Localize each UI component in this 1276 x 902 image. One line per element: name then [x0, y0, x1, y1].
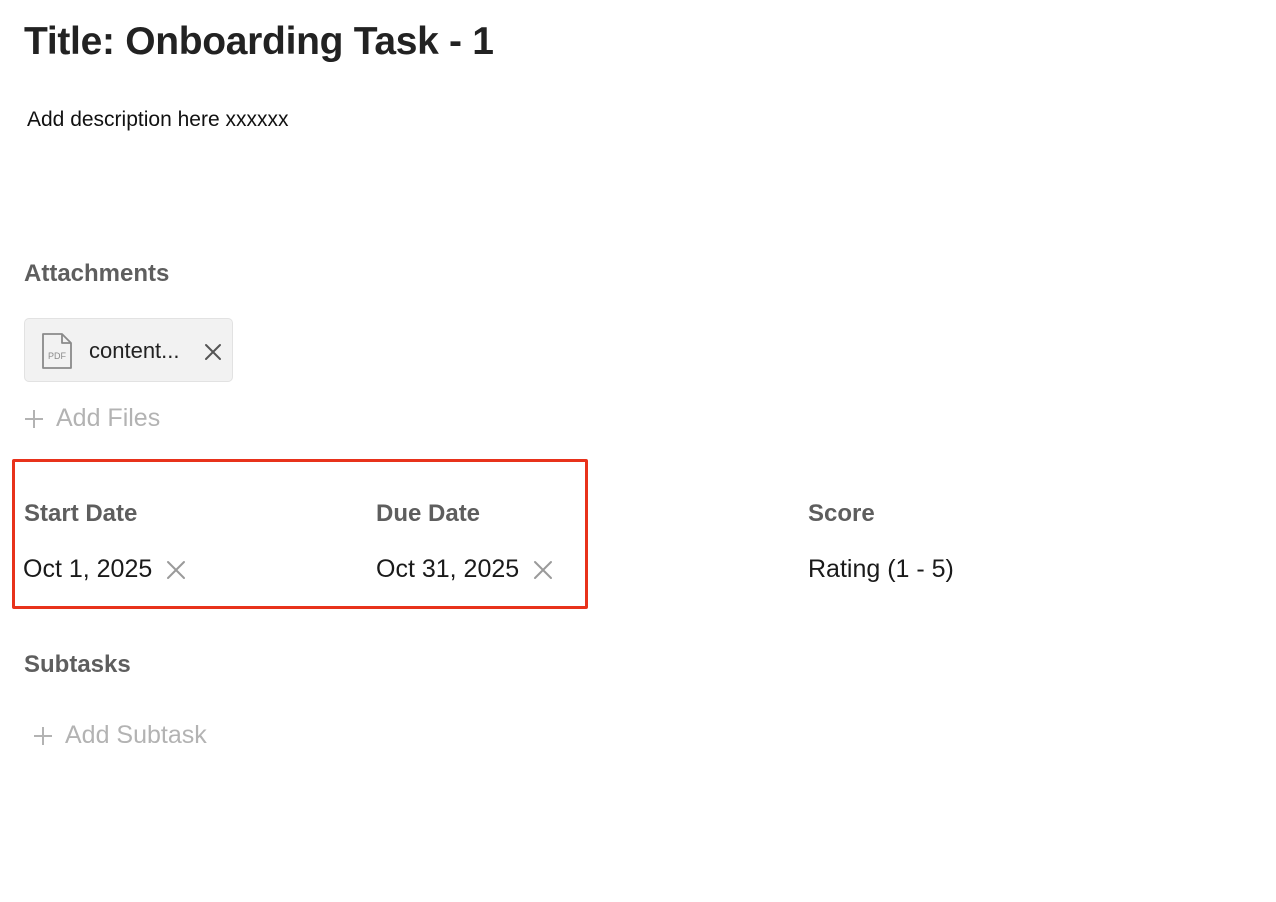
- score-value[interactable]: Rating (1 - 5): [808, 555, 954, 584]
- task-title[interactable]: Title: Onboarding Task - 1: [24, 20, 494, 64]
- task-description[interactable]: Add description here xxxxxx: [27, 108, 288, 132]
- start-date-field[interactable]: Oct 1, 2025: [23, 555, 186, 584]
- add-files-button[interactable]: Add Files: [24, 404, 160, 433]
- date-fields-highlight: [12, 459, 588, 609]
- clear-due-date-icon[interactable]: [533, 560, 553, 580]
- pdf-type-label: PDF: [48, 351, 67, 361]
- pdf-file-icon: PDF: [42, 333, 72, 369]
- add-files-label: Add Files: [56, 404, 161, 432]
- remove-attachment-icon[interactable]: [203, 342, 223, 362]
- task-detail-page: Title: Onboarding Task - 1 Add descripti…: [0, 0, 1276, 902]
- add-subtask-button[interactable]: Add Subtask: [33, 721, 207, 750]
- attachments-heading: Attachments: [24, 260, 170, 287]
- score-field[interactable]: Rating (1 - 5): [808, 555, 954, 584]
- clear-start-date-icon[interactable]: [166, 560, 186, 580]
- subtasks-heading: Subtasks: [24, 651, 131, 678]
- due-date-value[interactable]: Oct 31, 2025: [376, 555, 519, 584]
- due-date-field[interactable]: Oct 31, 2025: [376, 555, 553, 584]
- start-date-value[interactable]: Oct 1, 2025: [23, 555, 152, 584]
- due-date-label: Due Date: [376, 500, 481, 527]
- plus-icon: [25, 409, 43, 428]
- score-label: Score: [808, 500, 875, 527]
- add-subtask-label: Add Subtask: [65, 721, 207, 749]
- attachment-file-name[interactable]: content...: [89, 338, 180, 364]
- plus-icon: [34, 726, 52, 745]
- start-date-label: Start Date: [24, 500, 138, 527]
- attachment-chip[interactable]: PDF content...: [24, 318, 233, 382]
